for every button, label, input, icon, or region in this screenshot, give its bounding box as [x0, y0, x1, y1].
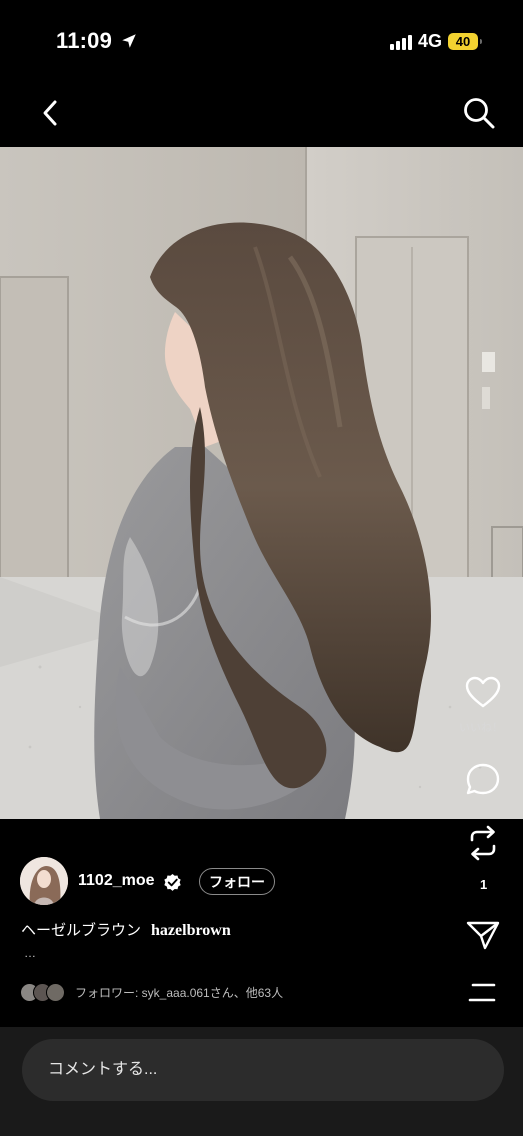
chevron-left-icon[interactable] [36, 98, 64, 128]
post-photo[interactable] [0, 147, 523, 819]
repost-count: 1 [480, 877, 488, 892]
location-arrow-icon [122, 34, 137, 48]
repost-icon[interactable] [465, 825, 501, 861]
like-label: いいね！ [459, 722, 503, 734]
status-time: 11:09 [56, 28, 138, 54]
signal-icon [389, 34, 412, 50]
status-indicators: 4G 40 [389, 31, 482, 52]
caption-tag: hazelbrown [151, 922, 231, 939]
verified-icon [164, 873, 181, 891]
avatar[interactable] [20, 857, 68, 905]
send-icon[interactable] [465, 917, 501, 953]
network-label: 4G [417, 31, 442, 51]
caption-text: ヘーゼルブラウン [21, 922, 142, 939]
comment-icon[interactable] [465, 762, 501, 798]
follow-button[interactable]: フォロー [199, 868, 275, 895]
status-time-text: 11:09 [56, 28, 113, 53]
follower-avatar [46, 983, 65, 1002]
heart-icon[interactable] [465, 675, 501, 711]
battery-level: 40 [455, 34, 471, 49]
menu-icon[interactable] [467, 982, 497, 1004]
comment-input[interactable] [22, 1039, 504, 1101]
more-caption[interactable]: … [24, 946, 36, 960]
caption: ヘーゼルブラウン hazelbrown [21, 919, 231, 940]
battery-icon: 40 [448, 33, 482, 50]
followers-row[interactable]: フォロワー: syk_aaa.061さん、他63人 [20, 983, 283, 1002]
followers-text: フォロワー: syk_aaa.061さん、他63人 [75, 986, 284, 1000]
search-icon[interactable] [462, 96, 496, 130]
avatar-image [20, 857, 68, 905]
username[interactable]: 1102_moe [78, 872, 155, 890]
photo-illustration [0, 147, 523, 819]
